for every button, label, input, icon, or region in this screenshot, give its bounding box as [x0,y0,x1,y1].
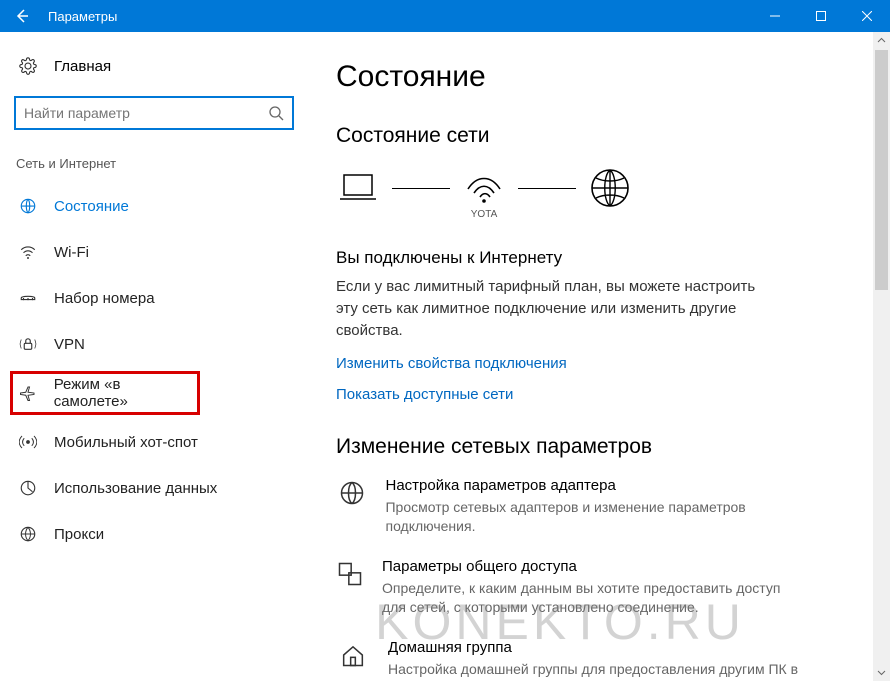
proxy-icon [16,525,40,543]
connection-line [392,188,450,189]
home-label: Главная [54,58,111,75]
wifi-signal-icon [462,171,506,205]
nav-item-dialup[interactable]: Набор номера [10,275,298,321]
link-change-properties[interactable]: Изменить свойства подключения [336,355,567,372]
globe-large-icon [588,166,632,210]
titlebar: Параметры [0,0,890,32]
nav-list: Состояние Wi-Fi Набор номера VPN [10,183,298,557]
option-title: Параметры общего доступа [382,558,806,575]
window-title: Параметры [44,9,752,24]
nav-item-label: Мобильный хот-спот [54,434,198,451]
vpn-icon [16,335,40,353]
nav-item-status[interactable]: Состояние [10,183,298,229]
globe-icon [16,197,40,215]
maximize-button[interactable] [798,0,844,32]
sidebar-group-label: Сеть и Интернет [10,156,298,171]
connected-desc: Если у вас лимитный тарифный план, вы мо… [336,276,776,341]
option-sharing[interactable]: Параметры общего доступа Определите, к к… [336,558,806,617]
chevron-down-icon [877,668,886,677]
search-box[interactable] [14,96,294,130]
option-desc: Просмотр сетевых адаптеров и изменение п… [385,498,806,536]
page-title: Состояние [336,60,870,94]
internet-node [588,166,632,210]
scrollbar[interactable] [873,32,890,681]
link-show-networks[interactable]: Показать доступные сети [336,386,513,403]
sharing-icon [336,558,364,617]
wifi-icon [16,243,40,261]
maximize-icon [816,11,826,21]
wifi-caption: YOTA [471,209,497,220]
nav-item-proxy[interactable]: Прокси [10,511,298,557]
back-button[interactable] [0,0,44,32]
section-status-heading: Состояние сети [336,124,870,148]
nav-item-label: Состояние [54,198,129,215]
homegroup-icon [336,639,370,679]
hotspot-icon [16,433,40,451]
scroll-down-button[interactable] [873,664,890,681]
nav-item-hotspot[interactable]: Мобильный хот-спот [10,419,298,465]
option-title: Настройка параметров адаптера [385,477,806,494]
network-diagram: YOTA [336,166,870,210]
scroll-up-button[interactable] [873,32,890,49]
nav-item-label: Набор номера [54,290,155,307]
window-controls [752,0,890,32]
home-button[interactable]: Главная [10,46,298,86]
main-panel: Состояние Состояние сети YOTA [308,32,890,681]
close-icon [862,11,872,21]
airplane-icon [16,384,40,402]
nav-item-vpn[interactable]: VPN [10,321,298,367]
device-node [336,171,380,205]
option-desc: Настройка домашней группы для предоставл… [388,660,798,679]
arrow-left-icon [14,8,30,24]
option-title: Домашняя группа [388,639,798,656]
option-desc: Определите, к каким данным вы хотите пре… [382,579,806,617]
option-adapter[interactable]: Настройка параметров адаптера Просмотр с… [336,477,806,536]
connected-title: Вы подключены к Интернету [336,248,870,268]
nav-item-airplane[interactable]: Режим «в самолете» [10,371,200,415]
chevron-up-icon [877,36,886,45]
option-homegroup[interactable]: Домашняя группа Настройка домашней групп… [336,639,806,679]
scrollbar-thumb[interactable] [875,50,888,290]
close-button[interactable] [844,0,890,32]
search-icon [268,105,284,121]
connection-line [518,188,576,189]
nav-item-datausage[interactable]: Использование данных [10,465,298,511]
nav-item-label: VPN [54,336,85,353]
nav-item-label: Режим «в самолете» [54,376,197,410]
nav-item-label: Прокси [54,526,104,543]
minimize-button[interactable] [752,0,798,32]
sidebar: Главная Сеть и Интернет Состояние Wi-Fi [0,32,308,681]
search-input[interactable] [24,105,268,121]
adapter-icon [336,477,367,536]
laptop-icon [336,171,380,205]
wifi-node: YOTA [462,171,506,205]
nav-item-label: Wi-Fi [54,244,89,261]
nav-item-wifi[interactable]: Wi-Fi [10,229,298,275]
data-usage-icon [16,479,40,497]
nav-item-label: Использование данных [54,480,217,497]
minimize-icon [770,11,780,21]
gear-icon [16,57,40,75]
section-change-heading: Изменение сетевых параметров [336,435,870,459]
dialup-icon [16,289,40,307]
